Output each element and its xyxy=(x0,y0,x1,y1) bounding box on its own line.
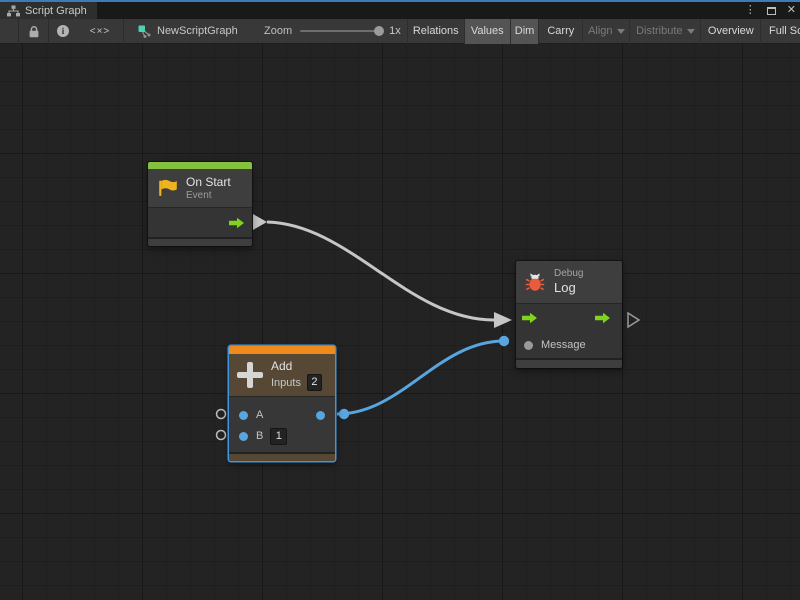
values-button[interactable]: Values xyxy=(464,19,510,44)
align-button[interactable]: Align xyxy=(582,19,629,44)
script-graph-tab-icon xyxy=(7,5,20,17)
port-b-input[interactable] xyxy=(239,432,248,441)
zoom-slider[interactable] xyxy=(300,30,382,32)
plus-icon xyxy=(237,362,263,388)
window-menu-icon[interactable]: ⋮ xyxy=(745,2,756,19)
relations-button[interactable]: Relations xyxy=(407,19,464,44)
script-graph-asset-icon xyxy=(138,25,151,38)
on-start-header: On Start Event xyxy=(148,169,252,207)
node-add[interactable]: Add Inputs 2 A B 1 xyxy=(229,346,335,461)
flow-output-arrow-icon[interactable] xyxy=(228,217,245,229)
debug-log-body: Message xyxy=(516,303,622,358)
zoom-control: Zoom 1x xyxy=(264,25,401,37)
toolbar-buttons: Relations Values Dim Carry Align Distrib… xyxy=(407,19,800,44)
graph-inspector-icon: <×> xyxy=(90,26,111,37)
message-port[interactable] xyxy=(524,341,533,350)
graph-breadcrumb[interactable]: NewScriptGraph xyxy=(124,25,254,38)
bug-icon xyxy=(524,272,546,292)
message-port-label: Message xyxy=(541,339,586,351)
flag-icon xyxy=(156,178,178,198)
add-inputs-label: Inputs xyxy=(271,377,301,389)
graph-inspector-toggle[interactable]: <×> xyxy=(77,19,123,44)
lock-graph-button[interactable] xyxy=(19,19,48,44)
zoom-slider-handle[interactable] xyxy=(374,26,384,36)
graph-info-button[interactable]: i xyxy=(49,19,77,44)
info-icon: i xyxy=(57,25,69,37)
graph-toolbar: i <×> NewScriptGraph Zoom 1x Relations xyxy=(0,19,800,44)
add-inputs-count-field[interactable]: 2 xyxy=(307,374,322,391)
debug-log-category: Debug xyxy=(554,268,583,280)
lock-icon xyxy=(28,25,40,38)
port-b-value-field[interactable]: 1 xyxy=(270,428,287,445)
graph-name: NewScriptGraph xyxy=(157,25,238,37)
debug-log-footer xyxy=(516,358,622,368)
window-close-icon[interactable]: ✕ xyxy=(787,2,796,19)
script-graph-window: Script Graph ⋮ ✕ i <×> xyxy=(0,0,800,600)
tab-script-graph[interactable]: Script Graph xyxy=(0,2,97,19)
add-accent-bar xyxy=(229,346,335,354)
on-start-title: On Start xyxy=(186,175,231,190)
tab-title: Script Graph xyxy=(25,5,87,17)
port-b-label: B xyxy=(256,430,263,442)
port-a-input[interactable] xyxy=(239,411,248,420)
chevron-down-icon xyxy=(617,29,625,34)
on-start-subtitle: Event xyxy=(186,190,231,202)
add-title: Add xyxy=(271,359,322,374)
result-output-port[interactable] xyxy=(316,411,325,420)
node-on-start[interactable]: On Start Event xyxy=(148,162,252,246)
on-start-body xyxy=(148,207,252,237)
port-a-label: A xyxy=(256,409,263,421)
event-accent-bar xyxy=(148,162,252,169)
dim-button[interactable]: Dim xyxy=(510,19,539,44)
zoom-label: Zoom xyxy=(264,25,292,37)
window-maximize-icon[interactable] xyxy=(767,7,776,15)
distribute-button[interactable]: Distribute xyxy=(629,19,700,44)
chevron-down-icon xyxy=(687,29,695,34)
add-footer xyxy=(229,452,335,461)
add-header: Add Inputs 2 xyxy=(229,354,335,396)
on-start-footer xyxy=(148,237,252,246)
graph-canvas[interactable] xyxy=(0,44,800,600)
add-body: A B 1 xyxy=(229,396,335,452)
debug-log-header: Debug Log xyxy=(516,261,622,303)
zoom-value: 1x xyxy=(389,25,401,37)
carry-button[interactable]: Carry xyxy=(538,19,582,44)
node-debug-log[interactable]: Debug Log Message xyxy=(516,261,622,368)
flow-output-arrow-icon[interactable] xyxy=(594,312,611,324)
fullscreen-button[interactable]: Full Screen xyxy=(760,19,800,44)
overview-button[interactable]: Overview xyxy=(700,19,760,44)
tab-bar: Script Graph xyxy=(0,2,800,19)
debug-log-title: Log xyxy=(554,280,583,296)
flow-input-arrow-icon[interactable] xyxy=(521,312,538,324)
window-controls: ⋮ ✕ xyxy=(745,2,796,19)
